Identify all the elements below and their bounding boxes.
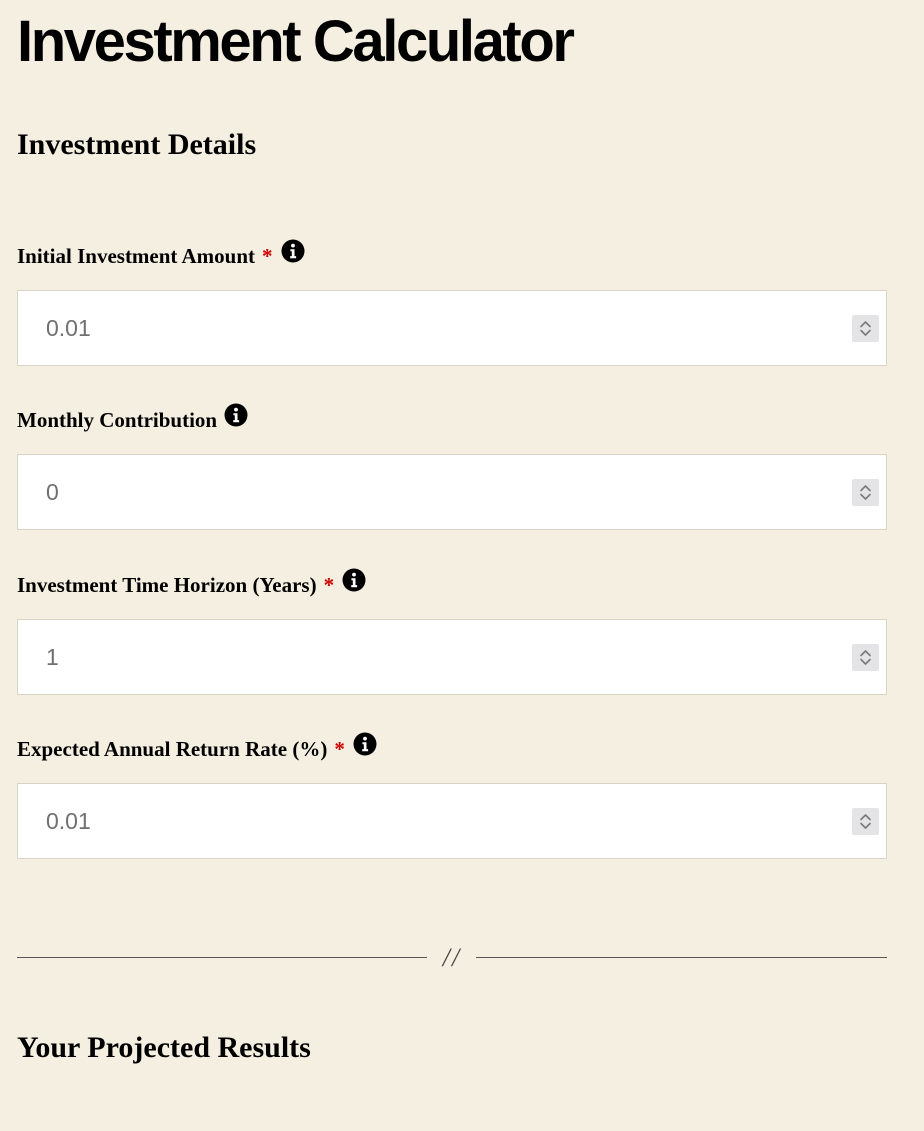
return-rate-label-text: Expected Annual Return Rate (%) — [17, 737, 328, 761]
initial-investment-label: Initial Investment Amount * — [17, 239, 305, 269]
monthly-contribution-label: Monthly Contribution — [17, 403, 248, 433]
divider-line-right — [476, 957, 887, 958]
required-asterisk: * — [323, 573, 335, 597]
number-spinner[interactable] — [852, 479, 879, 506]
return-rate-label: Expected Annual Return Rate (%) * — [17, 732, 377, 762]
info-circle-icon[interactable] — [353, 732, 377, 756]
investment-details-heading: Investment Details — [17, 128, 257, 161]
initial-investment-input[interactable]: 0.01 — [17, 290, 887, 366]
time-horizon-label-text: Investment Time Horizon (Years) — [17, 573, 317, 597]
page-title: Investment Calculator — [17, 9, 575, 74]
info-circle-icon[interactable] — [281, 239, 305, 263]
initial-investment-value[interactable]: 0.01 — [46, 291, 91, 365]
info-circle-icon[interactable] — [342, 568, 366, 592]
return-rate-value[interactable]: 0.01 — [46, 784, 91, 858]
required-asterisk: * — [334, 737, 345, 761]
initial-investment-label-text: Initial Investment Amount — [17, 244, 256, 268]
time-horizon-label: Investment Time Horizon (Years) * — [17, 568, 366, 598]
time-horizon-input[interactable]: 1 — [17, 619, 887, 695]
required-asterisk: * — [262, 244, 273, 268]
monthly-contribution-input[interactable]: 0 — [17, 454, 887, 530]
number-spinner[interactable] — [852, 808, 879, 835]
projected-results-heading: Your Projected Results — [17, 1031, 311, 1064]
divider-mark: // — [442, 943, 462, 972]
info-circle-icon[interactable] — [224, 403, 248, 427]
monthly-contribution-value[interactable]: 0 — [46, 455, 59, 529]
number-spinner[interactable] — [852, 315, 879, 342]
return-rate-input[interactable]: 0.01 — [17, 783, 887, 859]
divider-line-left — [17, 957, 427, 958]
number-spinner[interactable] — [852, 644, 879, 671]
monthly-contribution-label-text: Monthly Contribution — [17, 408, 218, 432]
section-divider: // — [17, 944, 887, 972]
time-horizon-value[interactable]: 1 — [46, 620, 59, 694]
